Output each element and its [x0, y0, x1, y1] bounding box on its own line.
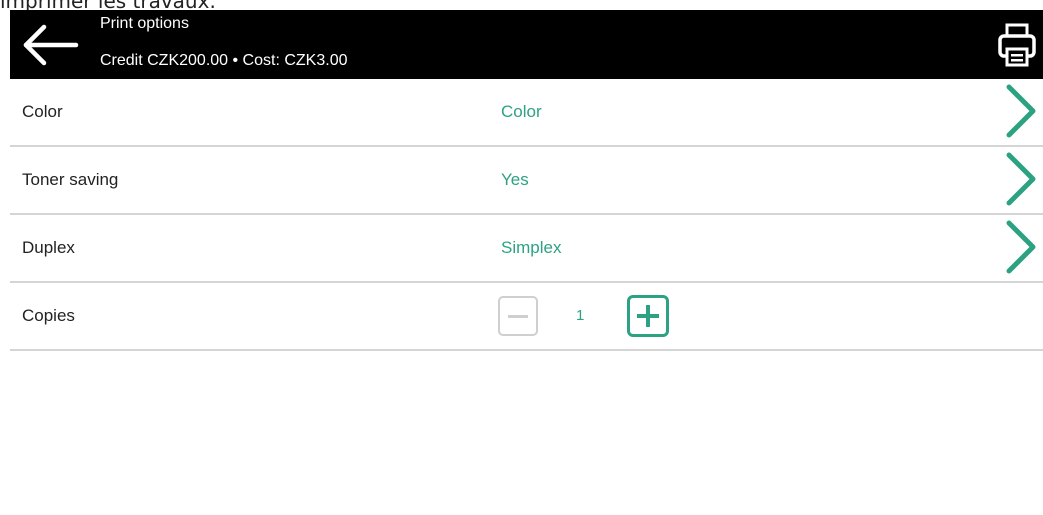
chevron-right-icon[interactable]	[1001, 151, 1041, 207]
chevron-right-icon[interactable]	[1001, 83, 1041, 139]
page: imprimer les travaux. Print options Cred…	[0, 0, 1043, 515]
decrement-button[interactable]	[498, 296, 538, 336]
printer-icon	[998, 23, 1036, 67]
option-value: Simplex	[501, 238, 562, 257]
back-arrow-icon	[23, 24, 79, 66]
chevron-right-icon[interactable]	[1001, 219, 1041, 275]
option-value: Yes	[501, 170, 529, 189]
credit-cost-info: Credit CZK200.00 • Cost: CZK3.00	[100, 52, 348, 69]
print-button[interactable]	[997, 20, 1037, 70]
copies-label: Copies	[22, 306, 75, 325]
option-row-duplex[interactable]: Duplex Simplex	[10, 215, 1043, 283]
option-row-color[interactable]: Color Color	[10, 79, 1043, 147]
header-bar: Print options Credit CZK200.00 • Cost: C…	[10, 10, 1043, 79]
back-button[interactable]	[20, 20, 84, 70]
option-label: Toner saving	[22, 170, 119, 189]
option-row-copies: Copies 1	[10, 283, 1043, 351]
page-title: Print options	[100, 15, 189, 32]
print-options-screen: Print options Credit CZK200.00 • Cost: C…	[10, 10, 1043, 515]
background-caption: imprimer les travaux.	[0, 0, 216, 10]
increment-button[interactable]	[627, 295, 669, 337]
copies-value: 1	[576, 307, 585, 324]
option-row-toner-saving[interactable]: Toner saving Yes	[10, 147, 1043, 215]
option-label: Duplex	[22, 238, 75, 257]
option-label: Color	[22, 102, 63, 121]
plus-icon-vertical	[646, 305, 650, 327]
option-value: Color	[501, 102, 542, 121]
